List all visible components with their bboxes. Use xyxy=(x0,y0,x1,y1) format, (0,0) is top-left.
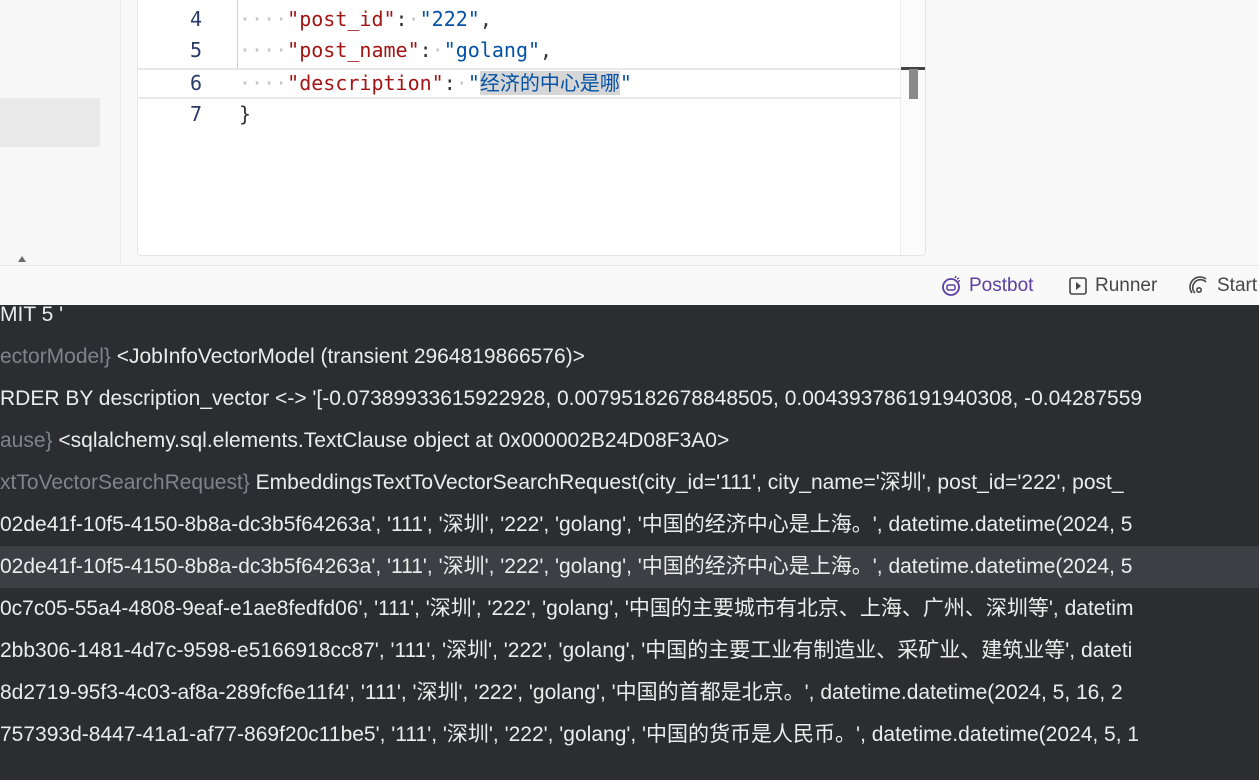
json-colon: : xyxy=(395,7,408,31)
console-line-text: 0c7c05-55a4-4808-9eaf-e1ae8fedfd06', '11… xyxy=(0,597,1134,620)
line-code: ····"post_id":·"222", xyxy=(239,7,492,31)
closing-brace: } xyxy=(239,102,252,126)
scrollbar-thumb[interactable] xyxy=(909,69,918,99)
editor-line-4[interactable]: 4 ····"post_id":·"222", xyxy=(138,4,900,35)
console-line-text: MIT 5 ' xyxy=(0,305,64,326)
postbot-button[interactable]: Postbot xyxy=(940,266,1033,306)
json-body-editor[interactable]: 4 ····"post_id":·"222", 5 ····"post_name… xyxy=(137,0,926,256)
console-line-text: 2bb306-1481-4d7c-9598-e5166918cc87', '11… xyxy=(0,639,1133,662)
console-line-prefix: xtToVectorSearchRequest} xyxy=(0,471,250,494)
selected-text[interactable]: 经济的中心是哪 xyxy=(479,71,620,95)
runner-icon xyxy=(1068,276,1088,296)
line-number: 6 xyxy=(189,71,202,95)
editor-line-6[interactable]: 6 ····"description":·"经济的中心是哪" xyxy=(138,68,900,99)
json-value: "golang" xyxy=(443,38,541,62)
json-quote-close: " xyxy=(619,71,632,95)
status-bar: Postbot Runner Start xyxy=(0,265,1259,306)
request-pane: 4 ····"post_id":·"222", 5 ····"post_name… xyxy=(0,0,1259,265)
editor-line-5[interactable]: 5 ····"post_name":·"golang", xyxy=(138,35,900,66)
runner-label: Runner xyxy=(1095,275,1158,296)
sidebar-panel xyxy=(0,0,121,265)
editor-scrollbar[interactable] xyxy=(900,0,925,255)
json-key: "description" xyxy=(287,71,444,95)
console-line: ause} <sqlalchemy.sql.elements.TextClaus… xyxy=(0,420,1259,462)
console-line-prefix: ause} xyxy=(0,429,53,452)
postbot-icon xyxy=(940,275,962,297)
postbot-label: Postbot xyxy=(969,275,1034,296)
console-line-text: <JobInfoVectorModel (transient 296481986… xyxy=(110,345,585,368)
console-line: MIT 5 ' xyxy=(0,305,1259,336)
json-colon: : xyxy=(443,71,456,95)
console-line: 02de41f-10f5-4150-8b8a-dc3b5f64263a', '1… xyxy=(0,504,1259,546)
console-line: xtToVectorSearchRequest} EmbeddingsTextT… xyxy=(0,462,1259,504)
console-line-prefix: ectorModel} xyxy=(0,345,111,368)
json-value: "222" xyxy=(419,7,480,31)
json-key: "post_name" xyxy=(287,38,420,62)
console-line: 757393d-8447-41a1-af77-869f20c11be5', '1… xyxy=(0,714,1259,756)
start-icon xyxy=(1188,275,1210,297)
line-number: 5 xyxy=(189,38,202,62)
console-line: RDER BY description_vector <-> '[-0.0738… xyxy=(0,378,1259,420)
line-number: 4 xyxy=(189,7,202,31)
console-line-text: 757393d-8447-41a1-af77-869f20c11be5', '1… xyxy=(0,723,1140,746)
scroll-up-arrow-icon[interactable] xyxy=(18,256,26,262)
editor-line-7[interactable]: 7 } xyxy=(138,99,900,130)
console-line-text: 8d2719-95f3-4c03-af8a-289fcf6e11f4', '11… xyxy=(0,681,1123,704)
json-comma: , xyxy=(540,38,553,62)
start-proxy-button[interactable]: Start xyxy=(1188,266,1257,306)
sidebar-selected-item[interactable] xyxy=(0,98,100,147)
line-number: 7 xyxy=(189,102,202,126)
console-line-text: <sqlalchemy.sql.elements.TextClause obje… xyxy=(52,429,730,452)
runner-button[interactable]: Runner xyxy=(1068,266,1157,306)
console-line-highlighted: 02de41f-10f5-4150-8b8a-dc3b5f64263a', '1… xyxy=(0,546,1259,588)
console-line-text: RDER BY description_vector <-> '[-0.0738… xyxy=(0,387,1143,410)
console-line: 2bb306-1481-4d7c-9598-e5166918cc87', '11… xyxy=(0,630,1259,672)
start-label: Start xyxy=(1217,275,1258,296)
console-line: 0c7c05-55a4-4808-9eaf-e1ae8fedfd06', '11… xyxy=(0,588,1259,630)
console-line-text: 02de41f-10f5-4150-8b8a-dc3b5f64263a', '1… xyxy=(0,513,1133,536)
terminal-output[interactable]: MIT 5 ' ectorModel} <JobInfoVectorModel … xyxy=(0,305,1259,780)
console-line: ectorModel} <JobInfoVectorModel (transie… xyxy=(0,336,1259,378)
console-line-text: EmbeddingsTextToVectorSearchRequest(city… xyxy=(249,471,1124,494)
console-line-text: 02de41f-10f5-4150-8b8a-dc3b5f64263a', '1… xyxy=(0,555,1133,578)
console-line: 8d2719-95f3-4c03-af8a-289fcf6e11f4', '11… xyxy=(0,672,1259,714)
json-comma: , xyxy=(479,7,492,31)
line-code: ····"description":·"经济的中心是哪" xyxy=(239,71,632,95)
json-colon: : xyxy=(419,38,432,62)
json-quote-open: " xyxy=(467,71,480,95)
line-code: ····"post_name":·"golang", xyxy=(239,38,553,62)
json-key: "post_id" xyxy=(287,7,396,31)
